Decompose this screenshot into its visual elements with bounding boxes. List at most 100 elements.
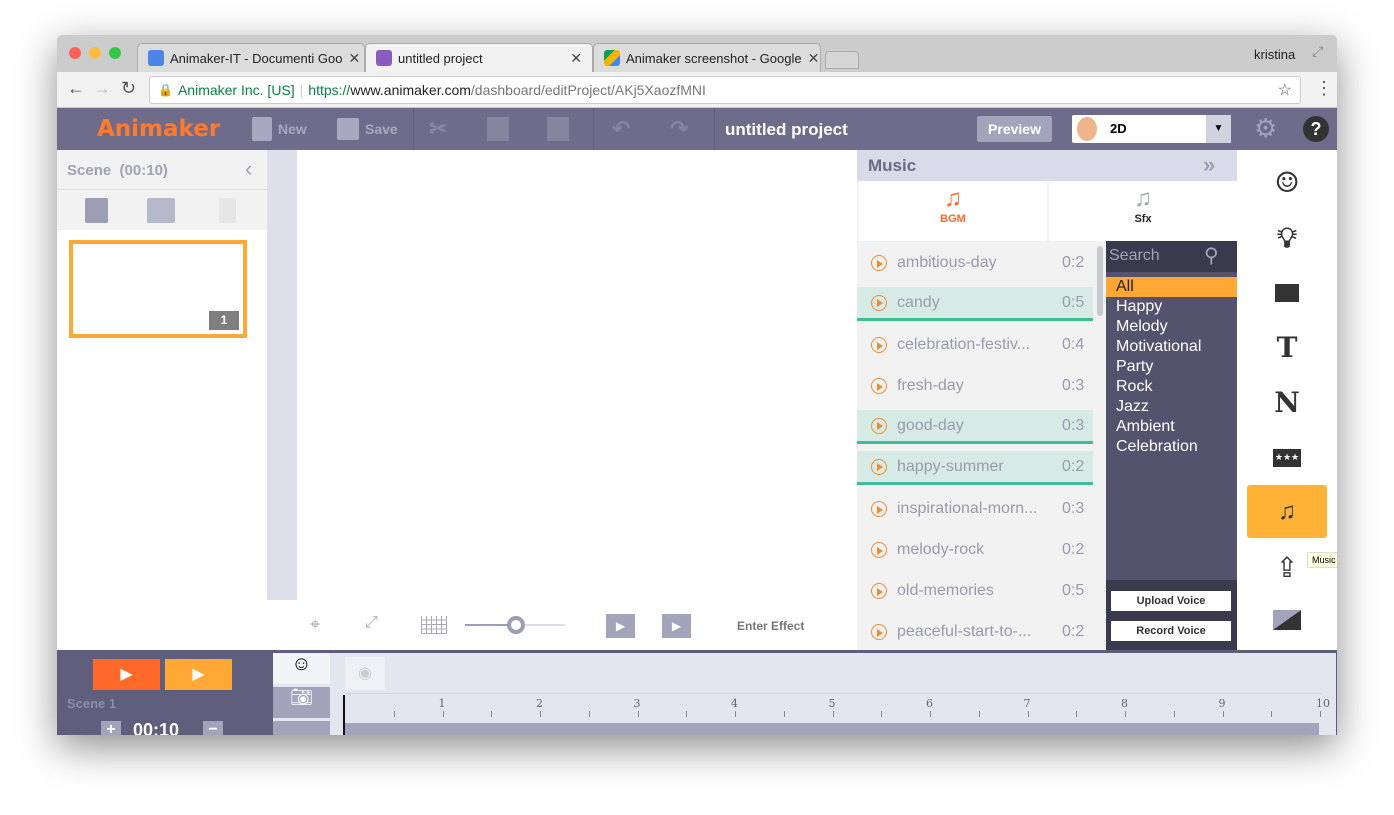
category-jazz[interactable]: Jazz [1106, 397, 1237, 417]
close-tab-icon[interactable]: ✕ [808, 50, 820, 67]
eye-icon[interactable]: ◉ [345, 657, 385, 690]
paste-icon[interactable] [547, 108, 569, 150]
fit-screen-icon[interactable]: ⤢ [365, 614, 378, 632]
n-icon[interactable]: N [1237, 375, 1337, 430]
decrease-duration-button[interactable]: − [203, 721, 223, 735]
image-icon[interactable] [1237, 265, 1337, 320]
category-ambient[interactable]: Ambient [1106, 417, 1237, 437]
fullscreen-icon[interactable]: ⤢ [1312, 43, 1323, 60]
delete-scene-icon[interactable] [219, 198, 236, 223]
tab-docs[interactable]: Animaker-IT - Documenti Goo ✕ [137, 43, 365, 72]
play-track-icon[interactable] [871, 583, 887, 599]
record-voice-button[interactable]: Record Voice [1111, 621, 1231, 641]
play-track-icon[interactable] [871, 417, 887, 434]
layer-tab-icon[interactable] [273, 721, 330, 735]
play-track-icon[interactable] [871, 294, 887, 311]
preview-button[interactable]: Preview [977, 116, 1052, 142]
collapse-panel-icon[interactable]: ‹ [245, 156, 252, 182]
category-melody[interactable]: Melody [1106, 317, 1237, 337]
bulb-icon[interactable]: 💡︎ [1237, 210, 1337, 265]
play-track-icon[interactable] [871, 624, 887, 640]
mode-dropdown[interactable]: 2D ▼ [1072, 115, 1231, 143]
track-item[interactable]: peaceful-start-to-... 0:2 [857, 615, 1093, 649]
play-track-icon[interactable] [871, 337, 887, 353]
new-tab-button[interactable] [825, 51, 859, 69]
stage-canvas[interactable] [297, 150, 857, 600]
new-button[interactable]: New [252, 108, 307, 150]
music-icon[interactable]: ♫ [1247, 485, 1327, 538]
tracks-scrollbar[interactable] [1097, 246, 1103, 316]
cut-icon[interactable]: ✂ [429, 108, 447, 150]
close-tab-icon[interactable]: ✕ [570, 50, 582, 67]
play-from-start-button[interactable]: ▶ [606, 614, 635, 638]
background-icon[interactable] [1273, 610, 1301, 630]
center-icon[interactable]: ⌖ [310, 614, 320, 635]
zoom-slider[interactable] [465, 616, 565, 634]
close-tab-icon[interactable]: ✕ [348, 50, 360, 67]
increase-duration-button[interactable]: + [101, 721, 121, 735]
track-item[interactable]: happy-summer 0:2 [857, 451, 1093, 485]
category-all[interactable]: All [1106, 277, 1237, 297]
upload-voice-button[interactable]: Upload Voice [1111, 591, 1231, 611]
add-scene-icon[interactable] [85, 198, 108, 223]
track-item[interactable]: good-day 0:3 [857, 410, 1093, 444]
track-item[interactable]: old-memories 0:5 [857, 574, 1093, 608]
search-box[interactable]: Search ⚲ [1106, 241, 1237, 272]
track-item[interactable]: inspirational-morn... 0:3 [857, 492, 1093, 526]
help-icon[interactable]: ? [1303, 116, 1329, 142]
track-item[interactable]: candy 0:5 [857, 287, 1093, 321]
maximize-window-button[interactable] [109, 47, 121, 59]
menu-icon[interactable]: ⋮ [1315, 78, 1333, 99]
close-window-button[interactable] [69, 47, 81, 59]
bookmark-star-icon[interactable]: ☆ [1278, 80, 1292, 100]
camera-tab-icon[interactable]: 📷︎ [273, 687, 330, 718]
copy-icon[interactable] [487, 108, 509, 150]
tab-drive[interactable]: Animaker screenshot - Google ✕ [593, 43, 821, 72]
rating-icon[interactable]: ★★★ [1237, 430, 1337, 485]
minimize-window-button[interactable] [89, 47, 101, 59]
gear-icon[interactable]: ⚙ [1254, 113, 1277, 144]
track-item[interactable]: fresh-day 0:3 [857, 369, 1093, 403]
play-track-icon[interactable] [871, 255, 887, 271]
play-scene-button[interactable]: ▶ [93, 659, 160, 690]
project-title[interactable]: untitled project [725, 120, 848, 140]
tab-bgm[interactable]: ♫ BGM [859, 181, 1047, 241]
duplicate-scene-icon[interactable] [147, 198, 175, 223]
tab-sfx[interactable]: ♫ Sfx [1049, 181, 1237, 241]
character-tab-icon[interactable]: ☺ [273, 653, 330, 684]
text-icon[interactable]: T [1237, 320, 1337, 375]
track-item[interactable]: celebration-festiv... 0:4 [857, 328, 1093, 362]
category-motivational[interactable]: Motivational [1106, 337, 1237, 357]
category-celebration[interactable]: Celebration [1106, 437, 1237, 457]
play-track-icon[interactable] [871, 378, 887, 394]
search-icon[interactable]: ⚲ [1204, 243, 1219, 268]
playhead[interactable] [343, 695, 345, 735]
collapse-music-icon[interactable]: » [1203, 152, 1215, 178]
play-track-icon[interactable] [871, 458, 887, 475]
tab-untitled-project[interactable]: untitled project ✕ [365, 43, 593, 72]
category-rock[interactable]: Rock [1106, 377, 1237, 397]
play-all-button[interactable]: ▶ [165, 659, 232, 690]
forward-button[interactable]: → [93, 78, 111, 99]
undo-icon[interactable]: ↶ [612, 108, 630, 150]
reload-button[interactable]: ↻ [121, 78, 136, 99]
play-button[interactable]: ▶ [662, 614, 691, 638]
enter-effect-button[interactable]: Enter Effect [737, 619, 804, 633]
slider-handle[interactable] [507, 616, 525, 634]
play-track-icon[interactable] [871, 542, 887, 558]
scene-thumbnail[interactable]: 1 [69, 240, 247, 338]
timeline-bar[interactable] [343, 723, 1319, 735]
redo-icon[interactable]: ↷ [670, 108, 688, 150]
url-input[interactable]: 🔒 Animaker Inc. [US] | https://www.anima… [149, 76, 1301, 104]
grid-icon[interactable] [421, 616, 447, 634]
track-item[interactable]: ambitious-day 0:2 [857, 246, 1093, 280]
track-item[interactable]: melody-rock 0:2 [857, 533, 1093, 567]
save-button[interactable]: Save [337, 108, 398, 150]
character-icon[interactable]: ☺ [1237, 155, 1337, 210]
search-input[interactable]: Search [1109, 247, 1160, 265]
profile-name[interactable]: kristina [1254, 47, 1295, 62]
back-button[interactable]: ← [67, 78, 85, 99]
category-party[interactable]: Party [1106, 357, 1237, 377]
category-happy[interactable]: Happy [1106, 297, 1237, 317]
play-track-icon[interactable] [871, 501, 887, 517]
